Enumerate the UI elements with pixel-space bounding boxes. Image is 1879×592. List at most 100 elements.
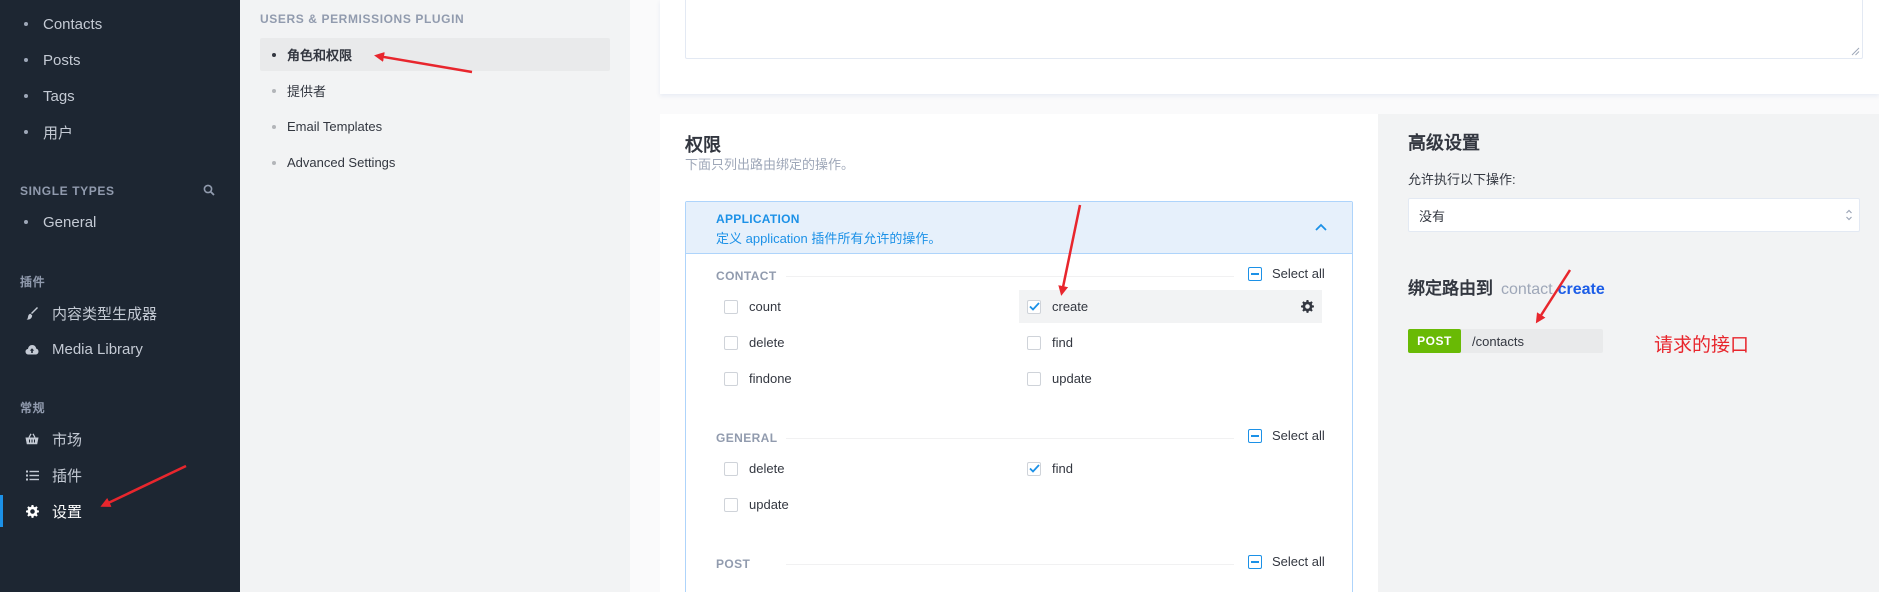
checkbox-checked[interactable] — [1027, 461, 1041, 476]
annotation-text: 请求的接口 — [1654, 334, 1750, 356]
sidebar-item-label: 插件 — [52, 467, 83, 485]
cloud-upload-icon — [24, 341, 40, 357]
advanced-settings-title: 高级设置 — [1408, 133, 1480, 153]
sidebar-item-marketplace[interactable]: 市场 — [0, 421, 240, 457]
cog-icon[interactable] — [1301, 300, 1314, 313]
route-item: POST /contacts — [1408, 329, 1603, 353]
sidebar-item-label: General — [43, 213, 97, 231]
permission-contact-delete[interactable]: delete — [716, 326, 1016, 359]
divider — [786, 276, 1234, 277]
permission-contact-findone[interactable]: findone — [716, 362, 1016, 395]
sub-nav-item-label: Email Templates — [287, 119, 383, 134]
resize-grip-icon[interactable] — [1851, 47, 1860, 56]
sub-nav-item-label: Advanced Settings — [287, 155, 396, 170]
sidebar-item-general[interactable]: General — [0, 204, 240, 240]
controller-title-post: POST — [716, 557, 751, 571]
controller-title-contact: CONTACT — [716, 269, 777, 283]
sidebar-item-label: Posts — [43, 51, 81, 69]
controller-title-general: GENERAL — [716, 431, 778, 445]
permission-general-find[interactable]: find — [1019, 452, 1322, 485]
search-icon[interactable] — [203, 184, 215, 196]
policy-select-value: 没有 — [1419, 208, 1446, 224]
single-types-heading: SINGLE TYPES — [20, 184, 115, 198]
checkbox[interactable] — [724, 461, 738, 476]
basket-icon — [24, 431, 40, 447]
checkbox[interactable] — [724, 371, 738, 386]
gear-icon — [24, 503, 40, 519]
route-path: /contacts — [1472, 333, 1525, 349]
sidebar-item-users[interactable]: 用户 — [0, 114, 240, 150]
policy-label: 允许执行以下操作: — [1408, 172, 1516, 187]
sidebar-item-posts[interactable]: Posts — [0, 42, 240, 78]
check-icon — [1028, 464, 1040, 473]
application-panel-header[interactable]: APPLICATION 定义 application 插件所有允许的操作。 — [686, 202, 1352, 254]
bound-route-title: 绑定路由到 contact create — [1408, 274, 1605, 299]
bullet-icon — [24, 220, 28, 224]
checkbox[interactable] — [724, 497, 738, 512]
checkbox-checked[interactable] — [1027, 299, 1041, 314]
sidebar-item-settings[interactable]: 设置 — [0, 493, 240, 529]
bound-controller: contact — [1501, 281, 1553, 298]
permission-label: delete — [749, 461, 785, 476]
bound-route-label: 绑定路由到 — [1408, 279, 1493, 298]
select-all-label: Select all — [1272, 554, 1325, 569]
plugins-heading: 插件 — [20, 275, 46, 289]
permission-label: count — [749, 299, 781, 314]
sub-nav-item-label: 角色和权限 — [287, 48, 353, 63]
chevron-up-icon[interactable] — [1314, 220, 1328, 234]
checkbox[interactable] — [1027, 371, 1041, 386]
checkbox[interactable] — [724, 335, 738, 350]
policy-select[interactable]: 没有 — [1408, 198, 1860, 232]
bullet-icon — [272, 88, 276, 93]
select-all-general[interactable]: Select all — [1248, 428, 1325, 443]
sidebar-item-plugins[interactable]: 插件 — [0, 457, 240, 493]
permission-contact-count[interactable]: count — [716, 290, 1016, 323]
bullet-icon — [272, 124, 276, 129]
list-icon — [24, 467, 40, 483]
sidebar-item-contacts[interactable]: Contacts — [0, 6, 240, 42]
permission-general-delete[interactable]: delete — [716, 452, 1016, 485]
sidebar-item-label: Tags — [43, 87, 75, 105]
plugin-description: 定义 application 插件所有允许的操作。 — [716, 231, 942, 246]
select-arrows-icon — [1846, 209, 1852, 221]
permission-label: update — [1052, 371, 1092, 386]
application-plugin-panel: APPLICATION 定义 application 插件所有允许的操作。 CO… — [685, 201, 1353, 592]
bullet-icon — [24, 58, 28, 62]
sub-nav-item-roles[interactable]: 角色和权限 — [260, 38, 610, 71]
bullet-icon — [24, 94, 28, 98]
check-icon — [1028, 302, 1040, 311]
role-description-textarea[interactable] — [685, 0, 1863, 59]
permissions-subtitle: 下面只列出路由绑定的操作。 — [685, 157, 855, 172]
sidebar-item-content-type-builder[interactable]: 内容类型生成器 — [0, 295, 240, 331]
select-all-label: Select all — [1272, 428, 1325, 443]
select-all-contact[interactable]: Select all — [1248, 266, 1325, 281]
sidebar-item-label: 设置 — [52, 503, 83, 521]
permission-label: delete — [749, 335, 785, 350]
permission-contact-create[interactable]: create — [1019, 290, 1322, 323]
http-method-badge: POST — [1408, 329, 1461, 353]
sub-nav-item-providers[interactable]: 提供者 — [260, 74, 610, 107]
sub-nav-item-email-templates[interactable]: Email Templates — [260, 110, 610, 143]
permission-label: create — [1052, 299, 1089, 314]
permission-label: update — [749, 497, 789, 512]
sub-nav-item-advanced-settings[interactable]: Advanced Settings — [260, 146, 610, 179]
select-all-post[interactable]: Select all — [1248, 554, 1325, 569]
sidebar-item-label: Media Library — [52, 340, 143, 358]
plugin-name: APPLICATION — [716, 212, 800, 226]
checkbox[interactable] — [724, 299, 738, 314]
permission-contact-find[interactable]: find — [1019, 326, 1322, 359]
sidebar-item-label: 市场 — [52, 431, 83, 449]
sidebar-item-media-library[interactable]: Media Library — [0, 331, 240, 367]
divider — [786, 438, 1234, 439]
bullet-icon — [272, 52, 276, 57]
checkbox[interactable] — [1027, 335, 1041, 350]
sidebar-item-tags[interactable]: Tags — [0, 78, 240, 114]
sidebar-item-label: 用户 — [43, 124, 74, 142]
permission-label: findone — [749, 371, 792, 386]
permission-label: find — [1052, 335, 1073, 350]
permission-contact-update[interactable]: update — [1019, 362, 1322, 395]
general-heading: 常规 — [20, 401, 46, 415]
permission-general-update[interactable]: update — [716, 488, 1016, 521]
divider — [786, 564, 1234, 565]
bullet-icon — [24, 22, 28, 26]
